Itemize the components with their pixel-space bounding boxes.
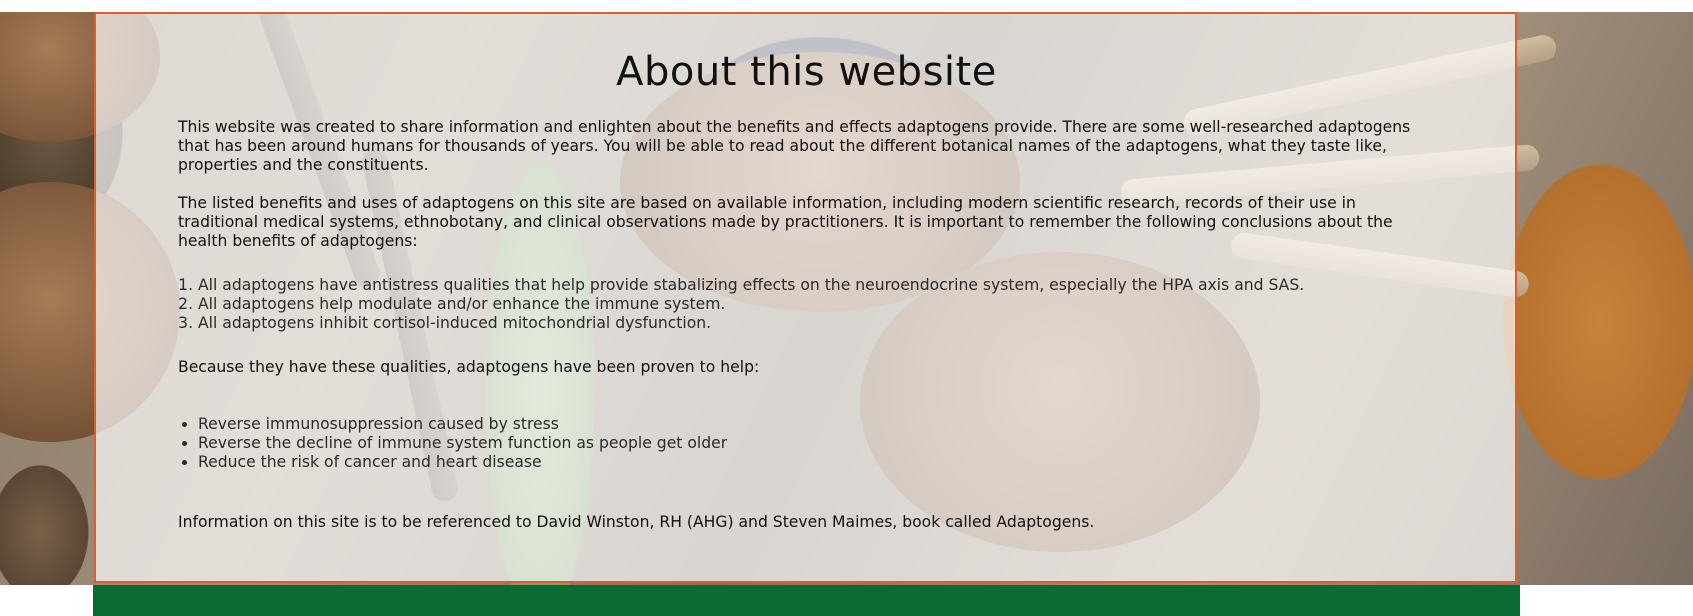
conclusions-list: All adaptogens have antistress qualities…: [178, 276, 1435, 333]
reference-paragraph: Information on this site is to be refere…: [178, 513, 1095, 531]
list-item: Reduce the risk of cancer and heart dise…: [198, 453, 1435, 472]
list-item: All adaptogens inhibit cortisol-induced …: [198, 314, 1435, 333]
about-content-card: About this website This website was crea…: [94, 12, 1517, 583]
list-item: Reverse immunosuppression caused by stre…: [198, 415, 1435, 434]
list-item: Reverse the decline of immune system fun…: [198, 434, 1435, 453]
benefits-list: Reverse immunosuppression caused by stre…: [178, 415, 1435, 472]
sources-paragraph: The listed benefits and uses of adaptoge…: [178, 194, 1393, 250]
intro-paragraph: This website was created to share inform…: [178, 118, 1411, 174]
list-item: All adaptogens have antistress qualities…: [198, 276, 1435, 295]
list-item: All adaptogens help modulate and/or enha…: [198, 295, 1435, 314]
footer-bar: [93, 585, 1520, 616]
because-paragraph: Because they have these qualities, adapt…: [178, 358, 760, 376]
page-title: About this website: [616, 49, 997, 95]
